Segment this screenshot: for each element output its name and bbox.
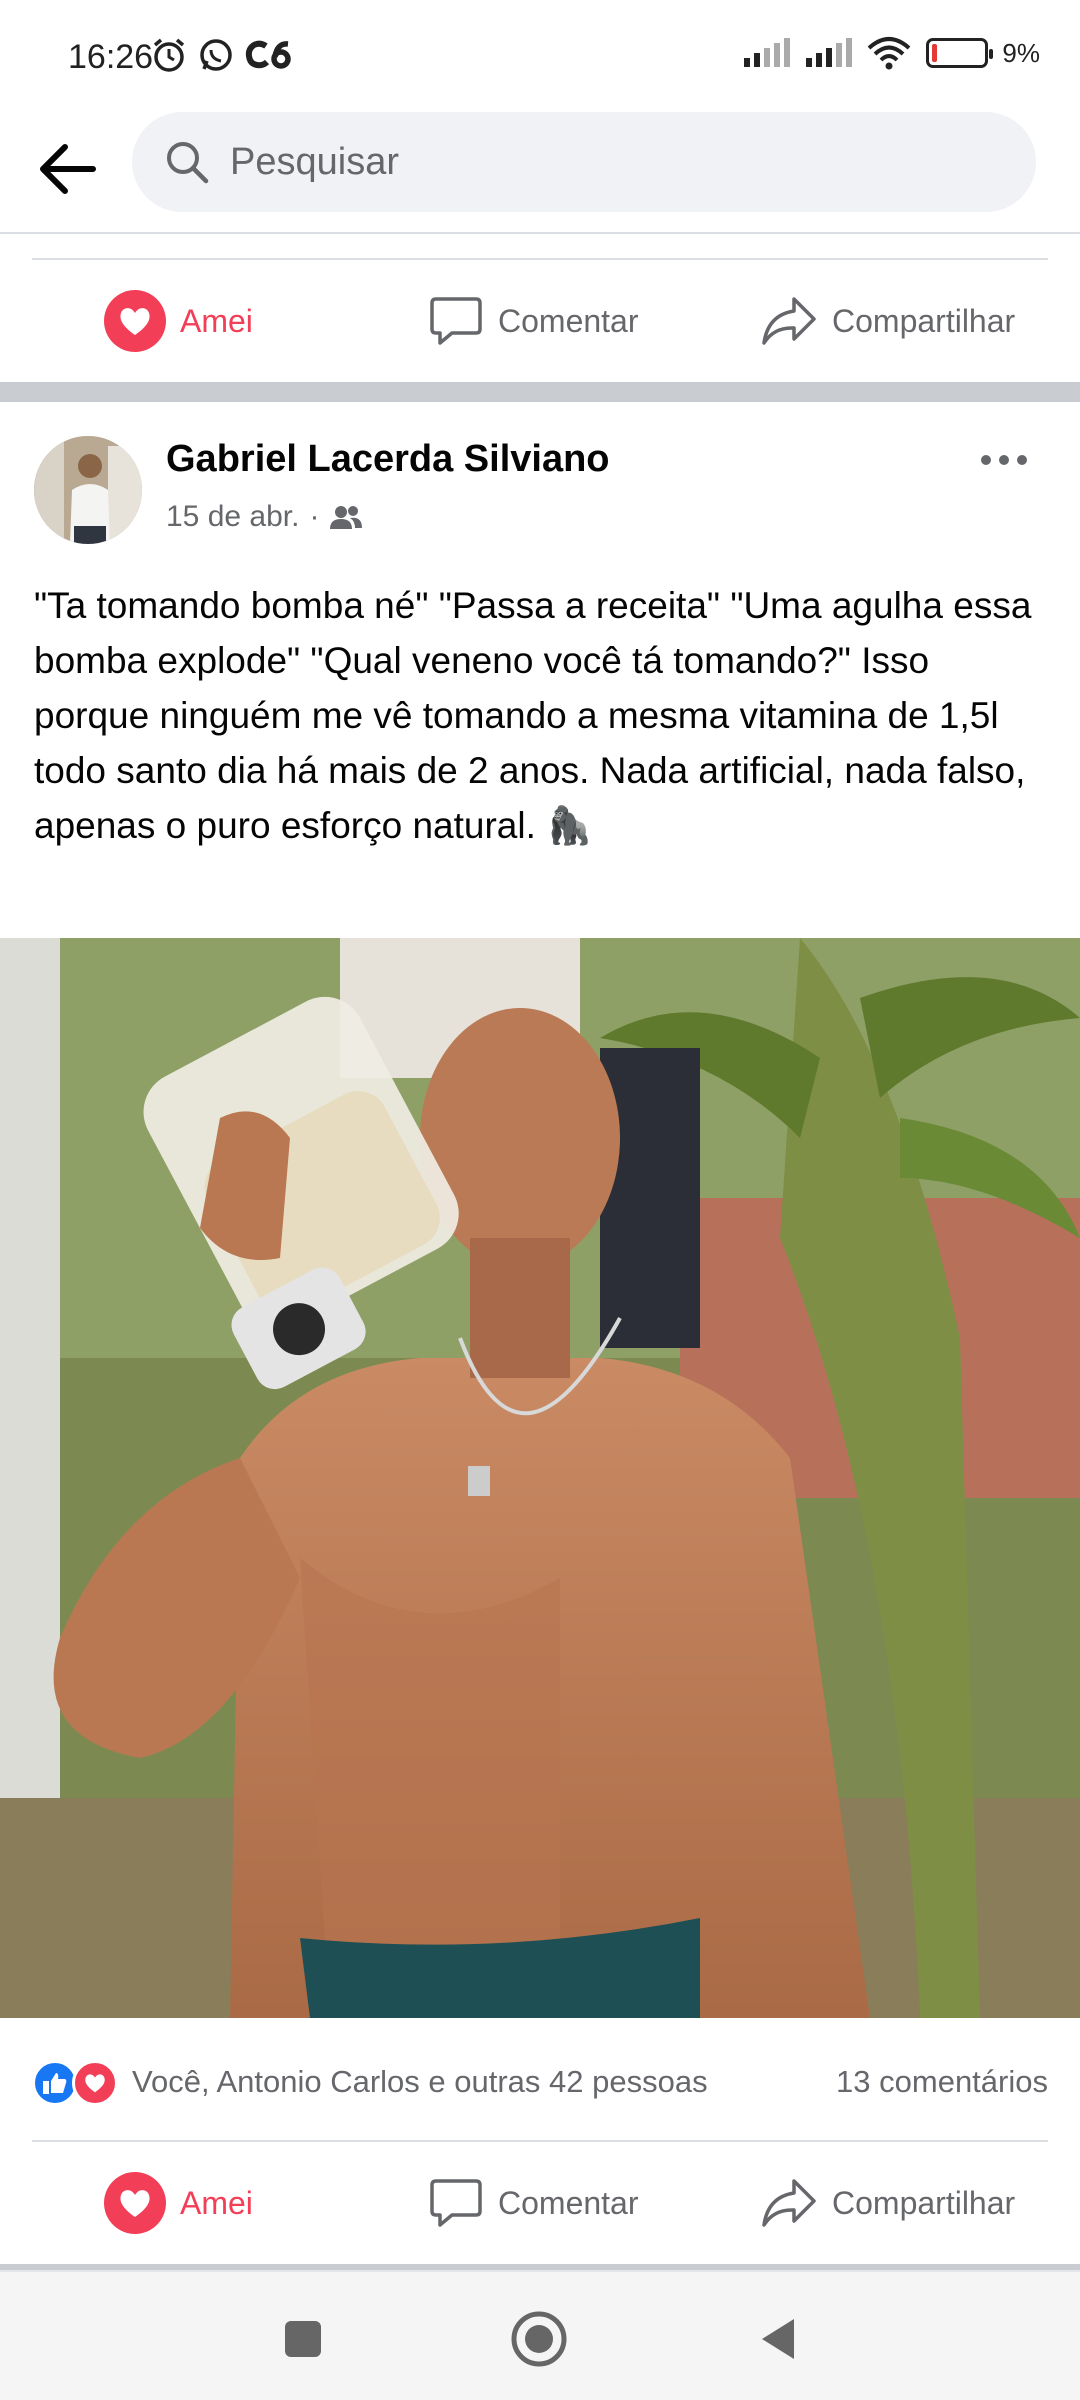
love-label: Amei	[180, 2184, 253, 2221]
comment-button[interactable]: Comentar	[428, 260, 639, 382]
love-button[interactable]: Amei	[104, 260, 253, 382]
reactions-text[interactable]: Você, Antonio Carlos e outras 42 pessoas	[132, 2064, 708, 2100]
battery-icon	[926, 38, 994, 68]
search-bar[interactable]	[132, 112, 1036, 212]
heart-icon	[104, 290, 166, 352]
meta-separator: ·	[309, 500, 320, 533]
comment-button[interactable]: Comentar	[428, 2142, 639, 2264]
post-action-bar: Amei Comentar Compartilhar	[0, 2142, 1080, 2264]
post-meta: 15 de abr. ·	[166, 500, 363, 534]
status-bar: 16:26 9%	[0, 0, 1080, 110]
search-input[interactable]	[230, 140, 990, 184]
arrow-left-icon	[40, 144, 96, 194]
status-time: 16:26	[68, 38, 154, 76]
reactions-summary[interactable]: Você, Antonio Carlos e outras 42 pessoas…	[0, 2046, 1080, 2116]
post-photo[interactable]	[0, 938, 1080, 2018]
feed-separator	[0, 382, 1080, 402]
header-divider	[0, 232, 1080, 234]
share-button[interactable]: Compartilhar	[760, 260, 1015, 382]
post-author-name[interactable]: Gabriel Lacerda Silviano	[166, 438, 610, 481]
search-header	[0, 110, 1080, 228]
share-icon	[762, 297, 816, 345]
system-navigation-bar	[0, 2270, 1080, 2400]
previous-post-action-bar: Amei Comentar Compartilhar	[0, 260, 1080, 382]
home-circle-icon	[511, 2311, 567, 2367]
signal-icon	[806, 38, 853, 67]
love-reaction-icon	[72, 2060, 118, 2106]
love-button[interactable]: Amei	[104, 2142, 253, 2264]
recents-square-icon	[285, 2321, 321, 2357]
search-icon	[167, 142, 209, 184]
share-icon	[762, 2179, 816, 2227]
share-button[interactable]: Compartilhar	[760, 2142, 1015, 2264]
post-date[interactable]: 15 de abr.	[166, 500, 299, 534]
friends-icon	[330, 506, 363, 529]
post-more-options-button[interactable]	[968, 440, 1040, 480]
love-label: Amei	[180, 302, 253, 339]
reaction-icons	[32, 2060, 118, 2106]
post-text: "Ta tomando bomba né" "Passa a receita" …	[34, 585, 1032, 846]
battery-level	[932, 44, 938, 62]
c6-bank-icon	[245, 40, 291, 69]
comment-label: Comentar	[498, 302, 639, 339]
recents-button[interactable]	[268, 2304, 338, 2374]
status-system-icons: 9%	[742, 36, 1040, 70]
comment-icon	[430, 297, 482, 345]
back-button[interactable]	[30, 132, 104, 206]
alarm-icon	[153, 38, 185, 72]
comment-label: Comentar	[498, 2184, 639, 2221]
signal-icon	[744, 38, 791, 67]
back-triangle-icon	[762, 2319, 794, 2359]
whatsapp-icon	[200, 39, 232, 71]
heart-icon	[104, 2172, 166, 2234]
share-label: Compartilhar	[832, 302, 1016, 339]
more-dots-icon	[981, 455, 991, 465]
back-nav-button[interactable]	[742, 2304, 812, 2374]
avatar[interactable]	[34, 436, 142, 544]
share-label: Compartilhar	[832, 2184, 1016, 2221]
home-button[interactable]	[504, 2304, 574, 2374]
comment-icon	[430, 2179, 482, 2227]
status-notification-icons	[150, 36, 296, 74]
wifi-icon	[868, 37, 911, 70]
battery-percent: 9%	[1002, 37, 1040, 68]
comments-count[interactable]: 13 comentários	[836, 2064, 1048, 2100]
